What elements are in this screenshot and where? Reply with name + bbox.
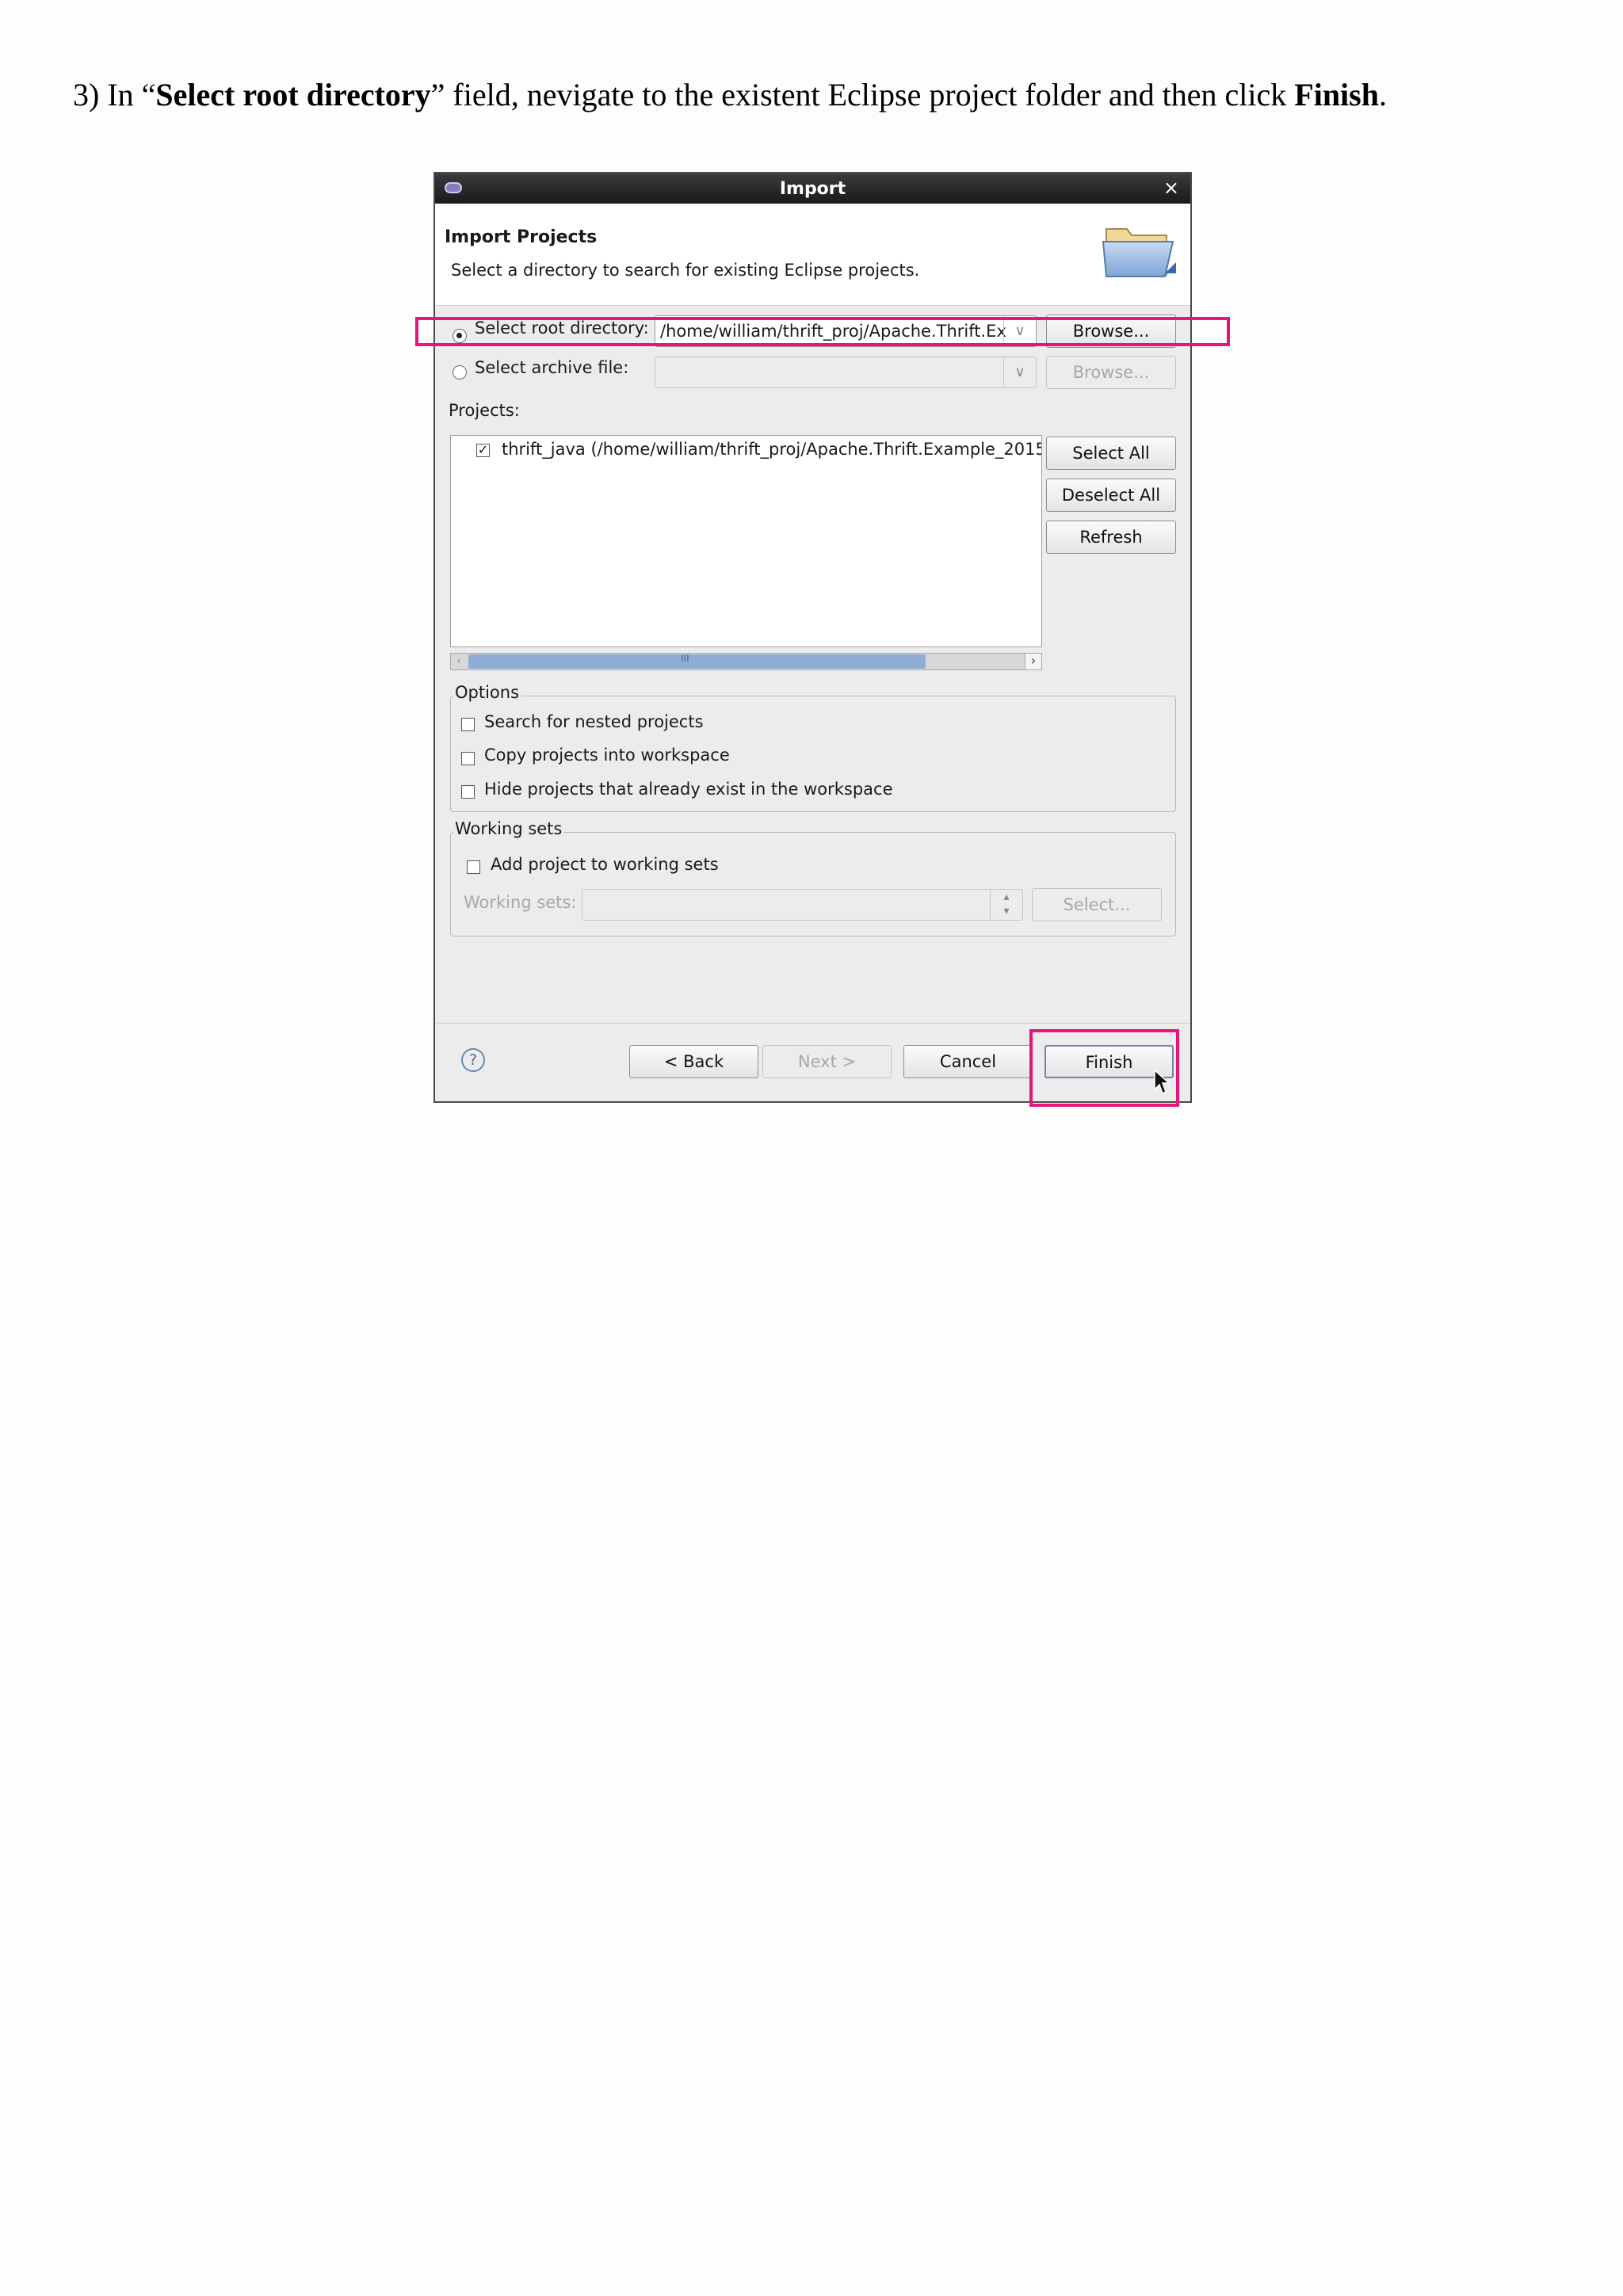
wizard-description: Select a directory to search for existin… [451,261,920,280]
scrollbar-grip: III [681,653,689,664]
project-label: thrift_java (/home/william/thrift_proj/A… [502,440,1041,459]
next-button[interactable]: Next > [762,1045,892,1078]
root-directory-highlight [415,317,1230,346]
hide-existing-checkbox[interactable] [461,785,475,799]
add-working-sets-label: Add project to working sets [491,855,719,874]
import-dialog: Import × Import Projects Select a direct… [433,172,1192,1103]
copy-projects-label: Copy projects into workspace [484,746,730,765]
project-checkbox[interactable]: ✓ [476,444,490,457]
back-button[interactable]: < Back [629,1045,758,1078]
options-title: Options [453,683,521,702]
instruction-suffix: . [1378,77,1387,113]
hide-existing-label: Hide projects that already exist in the … [484,780,893,799]
add-working-sets-checkbox[interactable] [467,860,480,874]
instruction-text: 3) In “Select root directory” field, nev… [73,76,1579,113]
help-icon[interactable]: ? [461,1048,485,1072]
instruction-bold-field: Select root directory [155,77,431,113]
working-sets-title: Working sets [453,819,564,838]
projects-label: Projects: [449,401,520,420]
nested-projects-checkbox[interactable] [461,718,475,731]
projects-list[interactable]: ✓ thrift_java (/home/william/thrift_proj… [450,435,1042,647]
mouse-cursor-icon [1154,1069,1170,1095]
select-all-button[interactable]: Select All [1046,437,1176,470]
archive-file-combo[interactable]: ∨ [655,357,1037,388]
chevron-down-icon[interactable]: ∨ [1003,357,1036,387]
wizard-title: Import Projects [445,227,598,247]
cancel-button[interactable]: Cancel [903,1045,1033,1078]
projects-horizontal-scrollbar[interactable]: ‹ III › [450,653,1042,670]
title-bar: Import × [435,174,1190,204]
footer-separator [435,1023,1190,1024]
select-working-sets-button[interactable]: Select... [1032,888,1162,921]
instruction-prefix: 3) In “ [73,77,156,113]
deselect-all-button[interactable]: Deselect All [1046,479,1176,512]
dialog-title: Import [779,179,846,199]
spinner-icon[interactable]: ▴ ▾ [990,890,1022,920]
copy-projects-checkbox[interactable] [461,752,475,765]
scrollbar-thumb[interactable] [468,654,926,669]
close-icon[interactable]: × [1163,178,1179,197]
wizard-header: Import Projects Select a directory to se… [435,204,1190,306]
browse-archive-button[interactable]: Browse... [1046,356,1176,389]
scroll-right-icon[interactable]: › [1025,654,1041,669]
refresh-button[interactable]: Refresh [1046,521,1176,554]
instruction-middle: ” field, nevigate to the existent Eclips… [430,77,1295,113]
archive-file-radio[interactable] [453,365,467,379]
archive-file-label: Select archive file: [475,358,629,377]
list-item[interactable]: ✓ thrift_java (/home/william/thrift_proj… [451,436,1041,467]
scroll-left-icon[interactable]: ‹ [451,654,467,669]
nested-projects-label: Search for nested projects [484,712,704,731]
working-sets-combo[interactable]: ▴ ▾ [582,889,1023,921]
instruction-bold-finish: Finish [1294,77,1379,113]
folder-icon [1102,228,1176,277]
working-sets-label: Working sets: [464,893,577,912]
